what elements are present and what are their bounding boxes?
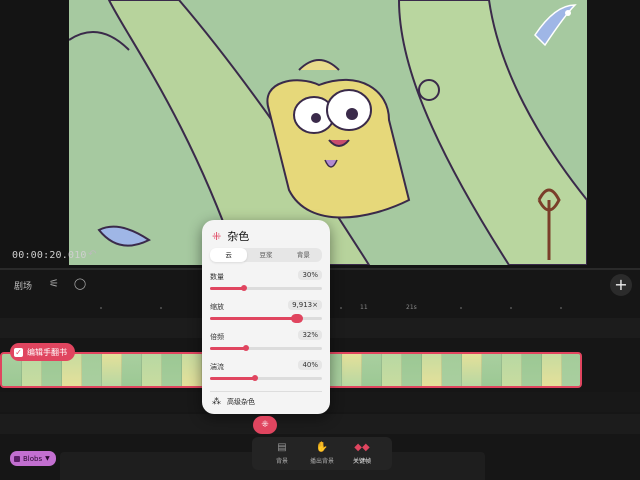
- frame-thumbnail[interactable]: [502, 354, 522, 386]
- tab-background[interactable]: 背景: [285, 248, 322, 262]
- ruler-mark: 11: [360, 304, 368, 311]
- slider-value[interactable]: 30%: [298, 270, 322, 280]
- frame-thumbnail[interactable]: [102, 354, 122, 386]
- tab-playback-background[interactable]: ✋ 播出背景: [302, 437, 342, 470]
- advanced-noise-button[interactable]: ⁂ 高级杂色: [212, 397, 255, 407]
- slider-fill: [210, 317, 298, 320]
- tab-label: 背景: [275, 458, 288, 465]
- sliders-icon[interactable]: ⚟: [46, 277, 62, 291]
- slider-track[interactable]: [210, 375, 322, 381]
- tab-cloud[interactable]: 云: [210, 248, 248, 262]
- frame-thumbnail[interactable]: [162, 354, 182, 386]
- noise-icon: ⁜: [212, 229, 222, 243]
- slider-value[interactable]: 9,913×: [288, 300, 322, 310]
- frame-thumbnail[interactable]: [522, 354, 542, 386]
- script-tab[interactable]: 剧场: [14, 279, 32, 292]
- slider-label: 数量: [210, 273, 224, 281]
- panel-header: ⁜ 杂色: [212, 228, 249, 244]
- slider-handle[interactable]: [291, 314, 304, 323]
- panel-title: 杂色: [227, 230, 250, 243]
- slider-label: 倍频: [210, 333, 224, 341]
- slider-fill: [210, 377, 255, 380]
- slider-track[interactable]: [210, 285, 322, 291]
- tab-keyframe[interactable]: ◆◆ 关键帧: [342, 437, 382, 470]
- ruler-mark: 21s: [406, 304, 417, 311]
- divider: [210, 391, 322, 392]
- noise-icon: ⁜: [261, 420, 269, 430]
- slider-handle[interactable]: [251, 375, 258, 381]
- undo-icon[interactable]: ↶: [88, 249, 100, 261]
- bottom-tab-bar: ▤ 背景 ✋ 播出背景 ◆◆ 关键帧: [252, 437, 392, 470]
- frame-thumbnail[interactable]: [122, 354, 142, 386]
- edit-handbook-label: 编辑手翻书: [27, 347, 67, 357]
- noise-type-tabs: 云 豆浆 背景: [210, 248, 322, 262]
- frame-thumbnail[interactable]: [82, 354, 102, 386]
- checkbox-icon: ✓: [14, 347, 23, 357]
- track-lane: [0, 414, 640, 434]
- hand-icon: ✋: [315, 442, 329, 453]
- chevron-down-icon: ▼: [45, 455, 50, 462]
- slider-handle[interactable]: [242, 345, 249, 351]
- frame-thumbnail[interactable]: [382, 354, 402, 386]
- frame-thumbnail[interactable]: [482, 354, 502, 386]
- slider-label: 缩放: [210, 303, 224, 311]
- frame-thumbnail[interactable]: [362, 354, 382, 386]
- blobs-dropdown[interactable]: Blobs ▼: [10, 451, 56, 466]
- blobs-label: Blobs: [23, 454, 43, 463]
- frame-thumbnail[interactable]: [462, 354, 482, 386]
- slider-track[interactable]: [210, 345, 322, 351]
- frame-thumbnail[interactable]: [402, 354, 422, 386]
- blob-swatch-icon: [14, 455, 20, 462]
- frame-thumbnail[interactable]: [142, 354, 162, 386]
- slider-fill: [210, 347, 246, 350]
- corner-artwork: [534, 4, 577, 47]
- slider-track[interactable]: [210, 314, 322, 323]
- slider-value[interactable]: 40%: [298, 360, 322, 370]
- tab-soymilk[interactable]: 豆浆: [247, 248, 284, 262]
- slider-label: 湍流: [210, 363, 224, 371]
- frame-thumbnail[interactable]: [342, 354, 362, 386]
- frame-thumbnail[interactable]: [442, 354, 462, 386]
- keyframe-icon: ◆◆: [354, 442, 370, 453]
- tab-label: 关键帧: [352, 458, 371, 465]
- slider-value[interactable]: 32%: [298, 330, 322, 340]
- edit-handbook-button[interactable]: ✓ 编辑手翻书: [10, 343, 75, 361]
- frame-thumbnail[interactable]: [542, 354, 562, 386]
- add-button[interactable]: +: [610, 274, 632, 296]
- frame-thumbnail[interactable]: [562, 354, 580, 386]
- grid-dots-icon: ⁂: [212, 397, 221, 407]
- frame-thumbnail[interactable]: [422, 354, 442, 386]
- timecode: 00:00:20.010: [12, 250, 87, 261]
- slider-handle[interactable]: [240, 285, 247, 291]
- layers-icon: ▤: [277, 442, 287, 453]
- tab-background[interactable]: ▤ 背景: [262, 437, 302, 470]
- comment-icon[interactable]: ◯: [72, 277, 88, 291]
- frame-thumbnail[interactable]: [182, 354, 202, 386]
- tab-label: 播出背景: [309, 458, 334, 465]
- noise-effect-button[interactable]: ⁜: [253, 416, 277, 434]
- advanced-noise-label: 高级杂色: [227, 398, 255, 406]
- slider-fill: [210, 287, 244, 290]
- noise-panel: ⁜ 杂色 云 豆浆 背景 数量 30% 缩放 9,913× 倍频 32% 湍流 …: [202, 220, 330, 414]
